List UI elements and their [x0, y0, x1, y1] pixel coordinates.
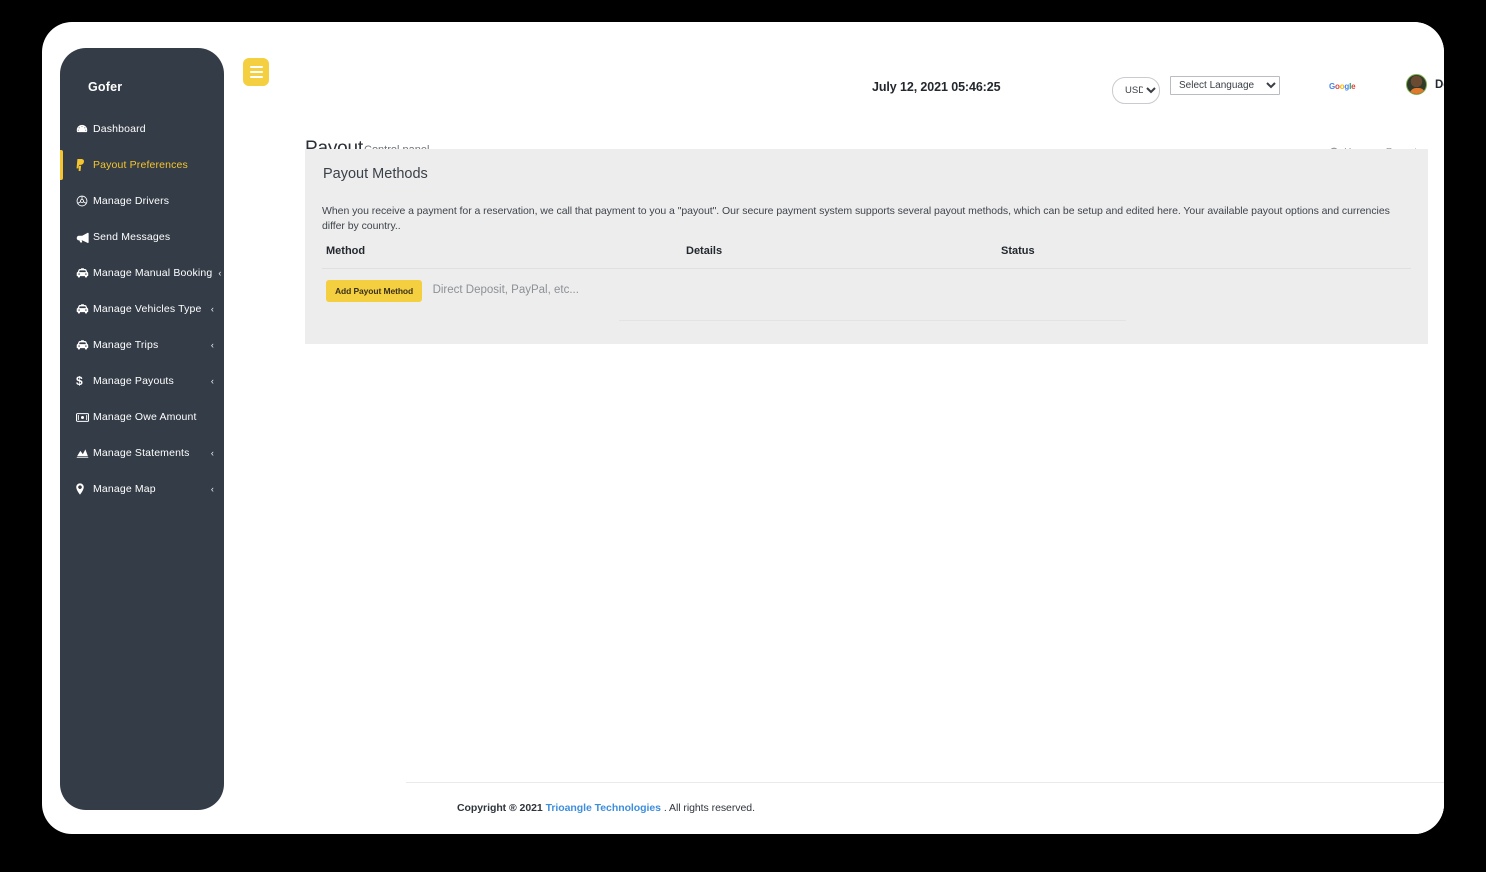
- sidebar-item-manage-vehicles-type[interactable]: Manage Vehicles Type ‹: [60, 291, 224, 327]
- add-payout-method-button[interactable]: Add Payout Method: [326, 280, 423, 303]
- brand-logo[interactable]: Gofer: [60, 48, 224, 94]
- map-pin-icon: [76, 483, 93, 495]
- sidebar-item-manage-map[interactable]: Manage Map ‹: [60, 471, 224, 507]
- sidebar-item-send-messages[interactable]: Send Messages: [60, 219, 224, 255]
- chevron-left-icon: ‹: [210, 376, 214, 386]
- bullhorn-icon: [76, 232, 93, 243]
- bar-chart-icon: [76, 448, 93, 458]
- company-link[interactable]: Trioangle Technologies: [546, 802, 661, 814]
- sidebar-item-payout-preferences[interactable]: Payout Preferences: [60, 147, 224, 183]
- copyright-suffix: . All rights reserved.: [660, 802, 755, 814]
- hamburger-menu-icon[interactable]: [243, 58, 269, 86]
- table-row: Add Payout Method Direct Deposit, PayPal…: [322, 269, 1411, 315]
- dashboard-icon: [76, 123, 93, 135]
- sidebar-item-manage-manual-booking[interactable]: Manage Manual Booking ‹: [60, 255, 224, 291]
- main-content: July 12, 2021 05:46:25 USD Select Langua…: [224, 22, 1444, 834]
- sidebar-item-manage-owe-amount[interactable]: Manage Owe Amount: [60, 399, 224, 435]
- page-footer: Copyright ® 2021 Trioangle Technologies …: [406, 782, 1444, 834]
- panel-footer-divider: [322, 314, 1411, 344]
- sidebar-item-label: Manage Drivers: [93, 195, 170, 207]
- sidebar: Gofer Dashboard Payout Preferences Manag…: [60, 48, 224, 810]
- language-select[interactable]: Select Language: [1170, 76, 1280, 95]
- hamburger-bar: [249, 76, 263, 78]
- payout-methods-table: Method Details Status Add Payout Method …: [322, 245, 1411, 314]
- google-letter: e: [1351, 82, 1356, 91]
- top-bar: July 12, 2021 05:46:25 USD Select Langua…: [224, 22, 1444, 104]
- table-head: Method Details Status: [322, 245, 1411, 270]
- panel-title: Payout Methods: [323, 166, 428, 182]
- sidebar-item-label: Manage Manual Booking: [93, 267, 213, 279]
- copyright-prefix: Copyright ® 2021: [457, 802, 546, 814]
- column-header-method: Method: [322, 245, 682, 270]
- chevron-left-icon: ‹: [210, 484, 214, 494]
- sidebar-item-label: Manage Owe Amount: [93, 411, 197, 423]
- device-frame: Gofer Dashboard Payout Preferences Manag…: [42, 22, 1444, 834]
- cell-details: [682, 269, 997, 315]
- sidebar-item-label: Manage Vehicles Type: [93, 303, 202, 315]
- user-menu[interactable]: Devin: [1406, 74, 1444, 95]
- dollar-icon: $: [76, 374, 83, 388]
- chevron-left-icon: ‹: [210, 448, 214, 458]
- chevron-left-icon: ‹: [218, 268, 222, 278]
- user-name: Devin: [1435, 78, 1444, 91]
- hamburger-bar: [249, 66, 263, 68]
- chevron-left-icon: ‹: [210, 304, 214, 314]
- sidebar-item-label: Send Messages: [93, 231, 171, 243]
- sidebar-item-label: Manage Statements: [93, 447, 190, 459]
- current-datetime: July 12, 2021 05:46:25: [872, 80, 1001, 94]
- table-body: Add Payout Method Direct Deposit, PayPal…: [322, 269, 1411, 315]
- panel-description: When you receive a payment for a reserva…: [322, 205, 1390, 232]
- money-bill-icon: [76, 412, 93, 422]
- sidebar-item-label: Payout Preferences: [93, 159, 188, 171]
- steering-wheel-icon: [76, 195, 93, 207]
- google-translate-logo: Google: [1329, 82, 1356, 91]
- column-header-details: Details: [682, 245, 997, 270]
- table-header-row: Method Details Status: [322, 245, 1411, 270]
- taxi-icon: [76, 340, 93, 350]
- sidebar-nav: Dashboard Payout Preferences Manage Driv…: [60, 111, 224, 507]
- taxi-icon: [76, 268, 93, 278]
- sidebar-item-label: Dashboard: [93, 123, 146, 135]
- chevron-left-icon: ‹: [210, 340, 214, 350]
- sidebar-item-manage-drivers[interactable]: Manage Drivers: [60, 183, 224, 219]
- sidebar-item-label: Manage Trips: [93, 339, 159, 351]
- payout-methods-panel: Payout Methods When you receive a paymen…: [305, 149, 1428, 345]
- copyright-text: Copyright ® 2021 Trioangle Technologies …: [457, 802, 755, 814]
- avatar: [1406, 74, 1427, 95]
- sidebar-item-label: Manage Payouts: [93, 375, 174, 387]
- sidebar-item-label: Manage Map: [93, 483, 156, 495]
- taxi-icon: [76, 304, 93, 314]
- page-header: Payout Control panel Home » Payout: [224, 96, 1444, 159]
- sidebar-item-manage-payouts[interactable]: $ Manage Payouts ‹: [60, 363, 224, 399]
- sidebar-item-manage-trips[interactable]: Manage Trips ‹: [60, 327, 224, 363]
- hamburger-bar: [249, 71, 263, 73]
- sidebar-item-manage-statements[interactable]: Manage Statements ‹: [60, 435, 224, 471]
- paypal-p-icon: [76, 159, 93, 171]
- column-header-status: Status: [997, 245, 1411, 270]
- sidebar-item-dashboard[interactable]: Dashboard: [60, 111, 224, 147]
- payout-method-hint: Direct Deposit, PayPal, etc...: [432, 284, 579, 297]
- cell-status: [997, 269, 1411, 315]
- cell-method: Add Payout Method Direct Deposit, PayPal…: [322, 269, 682, 315]
